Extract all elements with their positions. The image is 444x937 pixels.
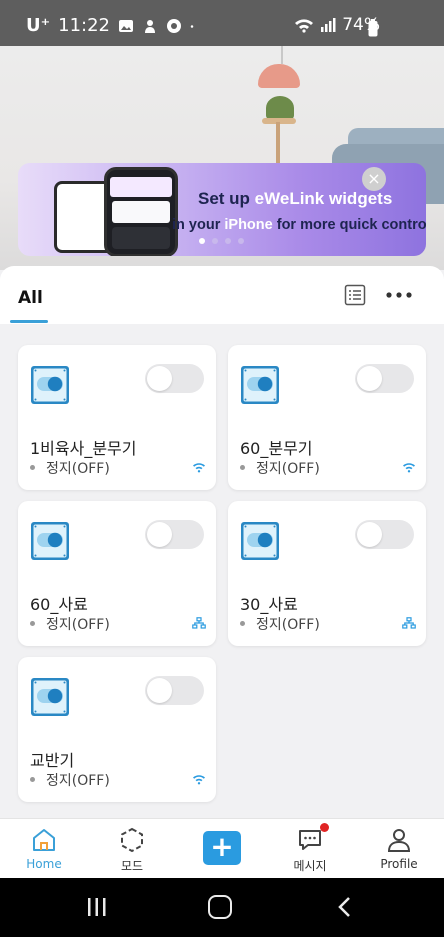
device-name: 60_사료	[30, 595, 88, 614]
gallery-icon	[119, 19, 133, 32]
nav-home-label: Home	[26, 857, 62, 871]
signal-icon	[321, 18, 336, 32]
nav-home[interactable]: Home	[0, 819, 88, 879]
switch-device-icon	[31, 678, 69, 716]
status-dot	[30, 465, 35, 470]
status-dot	[240, 465, 245, 470]
tab-all[interactable]: All	[18, 288, 43, 308]
device-card[interactable]: 60_분무기정지(OFF)	[228, 345, 426, 490]
switch-device-icon	[241, 366, 279, 404]
add-device-button[interactable]: +	[203, 831, 241, 865]
device-status: 정지(OFF)	[46, 773, 110, 789]
status-dot	[30, 621, 35, 626]
device-card[interactable]: 1비육사_분무기정지(OFF)	[18, 345, 216, 490]
toggle-knob	[147, 522, 172, 547]
nav-profile[interactable]: Profile	[355, 819, 443, 879]
chrome-icon	[167, 18, 181, 33]
switch-device-icon	[31, 522, 69, 560]
nav-mode-label: 모드	[120, 859, 144, 873]
device-name: 60_분무기	[240, 439, 313, 458]
status-dot	[240, 621, 245, 626]
device-status: 정지(OFF)	[46, 461, 110, 477]
clock: 11:22	[58, 15, 110, 36]
carrier-label: U⁺	[26, 15, 51, 36]
system-navigation-bar	[0, 878, 444, 937]
device-card[interactable]: 교반기정지(OFF)	[18, 657, 216, 802]
scene-mode-icon	[121, 827, 143, 853]
unread-badge	[320, 823, 329, 832]
device-name: 30_사료	[240, 595, 298, 614]
home-icon	[33, 829, 55, 851]
switch-device-icon	[241, 522, 279, 560]
wifi-icon	[193, 775, 205, 785]
message-icon	[299, 830, 321, 850]
app-notification-icon	[145, 19, 155, 33]
tab-indicator	[10, 320, 48, 323]
more-notifications-icon	[190, 24, 194, 28]
device-status: 정지(OFF)	[256, 461, 320, 477]
room-tab-bar: All	[0, 266, 444, 324]
toggle-knob	[147, 678, 172, 703]
battery-icon	[368, 19, 378, 37]
power-toggle[interactable]	[145, 520, 204, 549]
home-button-icon[interactable]	[208, 895, 232, 919]
power-toggle[interactable]	[145, 676, 204, 705]
wifi-icon	[403, 463, 415, 473]
wifi-icon	[193, 463, 205, 473]
power-toggle[interactable]	[355, 364, 414, 393]
network-icon	[192, 617, 206, 629]
toggle-knob	[147, 366, 172, 391]
carousel-dot[interactable]	[238, 238, 244, 244]
toggle-knob	[357, 366, 382, 391]
nav-messages[interactable]: 메시지	[266, 819, 354, 879]
close-icon[interactable]: ×	[362, 167, 386, 191]
power-toggle[interactable]	[355, 520, 414, 549]
banner-headline: Set up eWeLink widgets	[198, 189, 393, 208]
recent-apps-icon[interactable]	[86, 896, 108, 918]
status-dot	[30, 777, 35, 782]
back-icon[interactable]	[336, 896, 352, 918]
nav-mode[interactable]: 모드	[88, 819, 176, 879]
network-icon	[402, 617, 416, 629]
carousel-dots	[199, 238, 244, 244]
list-view-icon[interactable]	[344, 284, 366, 306]
device-status: 정지(OFF)	[256, 617, 320, 633]
more-options-icon[interactable]	[384, 284, 414, 306]
power-toggle[interactable]	[145, 364, 204, 393]
wifi-status-icon	[295, 19, 314, 33]
nav-profile-label: Profile	[380, 857, 418, 871]
device-card[interactable]: 60_사료정지(OFF)	[18, 501, 216, 646]
device-name: 1비육사_분무기	[30, 439, 137, 458]
device-name: 교반기	[30, 751, 75, 770]
switch-device-icon	[31, 366, 69, 404]
toggle-knob	[357, 522, 382, 547]
nav-messages-label: 메시지	[293, 859, 327, 873]
carousel-dot[interactable]	[225, 238, 231, 244]
bottom-navigation: Home 모드 + 메시지 Profile	[0, 818, 444, 878]
carousel-dot[interactable]	[212, 238, 218, 244]
device-status: 정지(OFF)	[46, 617, 110, 633]
lamp-illustration	[258, 64, 300, 88]
device-card[interactable]: 30_사료정지(OFF)	[228, 501, 426, 646]
carousel-dot[interactable]	[199, 238, 205, 244]
banner-subline: in your iPhone for more quick contro	[172, 217, 426, 233]
profile-icon	[387, 829, 411, 852]
